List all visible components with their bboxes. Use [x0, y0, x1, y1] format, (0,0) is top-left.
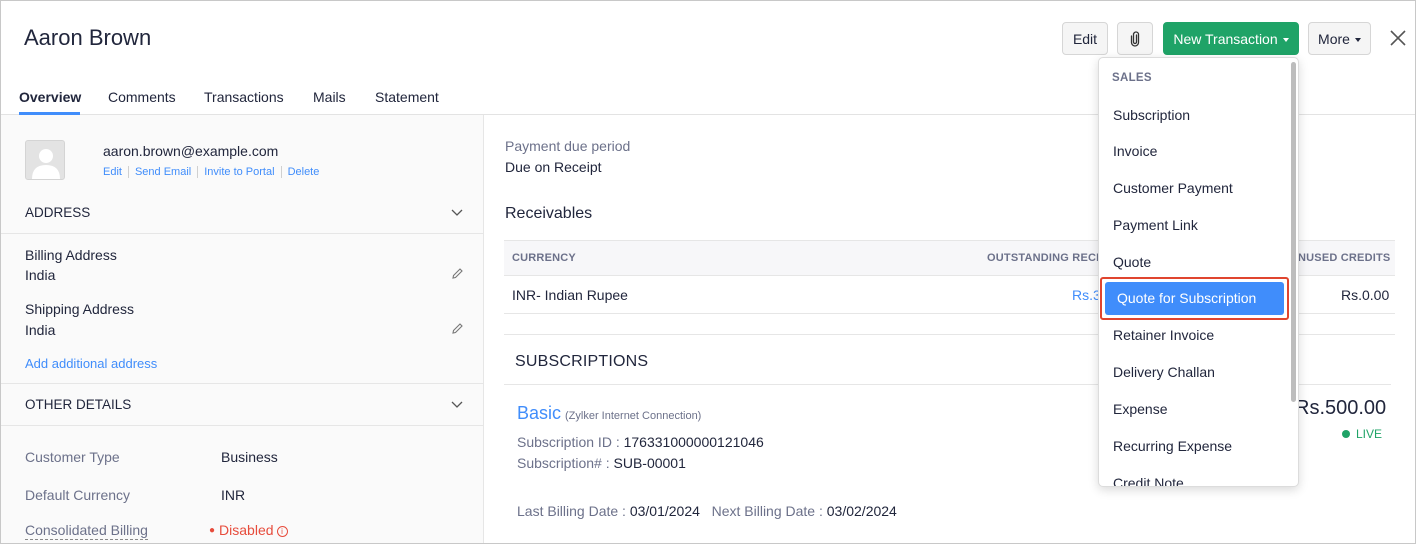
- next-billing-value: 03/02/2024: [826, 503, 897, 519]
- more-label: More: [1318, 30, 1350, 47]
- profile-actions: Edit Send Email Invite to Portal Delete: [103, 166, 331, 178]
- menu-item-credit-note[interactable]: Credit Note: [1113, 475, 1184, 486]
- menu-item-invoice[interactable]: Invoice: [1113, 143, 1157, 159]
- paperclip-icon: [1130, 30, 1140, 47]
- customer-detail-page: Aaron Brown Edit New Transaction More Ov…: [0, 0, 1416, 544]
- pencil-icon[interactable]: [451, 267, 464, 280]
- subscription-id: Subscription ID : 176331000000121046: [517, 434, 764, 450]
- new-transaction-dropdown: SALES Subscription Invoice Customer Paym…: [1098, 57, 1299, 487]
- menu-item-delivery-challan[interactable]: Delivery Challan: [1113, 364, 1215, 380]
- close-icon[interactable]: [1385, 24, 1411, 52]
- subscription-number-label: Subscription# :: [517, 455, 610, 471]
- chevron-down-icon[interactable]: [451, 398, 463, 410]
- menu-item-recurring-expense[interactable]: Recurring Expense: [1113, 438, 1232, 454]
- chevron-down-icon[interactable]: [451, 206, 463, 218]
- tab-statement[interactable]: Statement: [375, 89, 439, 105]
- status-badge: LIVE: [1342, 427, 1382, 441]
- subscription-amount: Rs.500.00: [1295, 397, 1387, 419]
- menu-item-customer-payment[interactable]: Customer Payment: [1113, 180, 1233, 196]
- divider: [1, 233, 484, 234]
- customer-type-label: Customer Type: [25, 449, 120, 465]
- other-details-section-title[interactable]: OTHER DETAILS: [25, 397, 131, 412]
- avatar: [25, 140, 65, 180]
- currency-column-header: CURRENCY: [512, 252, 576, 264]
- edit-button[interactable]: Edit: [1062, 22, 1108, 55]
- currency-cell: INR- Indian Rupee: [512, 287, 628, 303]
- consolidated-billing-value: ● Disabled i: [209, 522, 288, 538]
- divider: [1, 425, 484, 426]
- menu-item-subscription[interactable]: Subscription: [1113, 107, 1190, 123]
- new-transaction-label: New Transaction: [1173, 30, 1278, 47]
- subscriptions-title: SUBSCRIPTIONS: [515, 353, 649, 370]
- customer-email: aaron.brown@example.com: [103, 143, 279, 159]
- menu-item-retainer-invoice[interactable]: Retainer Invoice: [1113, 327, 1214, 343]
- billing-dates: Last Billing Date : 03/01/2024 Next Bill…: [517, 503, 897, 519]
- menu-item-expense[interactable]: Expense: [1113, 401, 1167, 417]
- last-billing-label: Last Billing Date :: [517, 503, 626, 519]
- last-billing-value: 03/01/2024: [629, 503, 700, 519]
- edit-link[interactable]: Edit: [103, 166, 129, 178]
- customer-type-value: Business: [221, 449, 278, 465]
- customer-name-title: Aaron Brown: [24, 25, 152, 50]
- more-button[interactable]: More: [1308, 22, 1371, 55]
- next-billing-label: Next Billing Date :: [711, 503, 823, 519]
- divider: [1, 383, 484, 384]
- unused-credits-cell: Rs.0.00: [1341, 287, 1390, 303]
- consolidated-billing-status: Disabled: [219, 522, 274, 538]
- default-currency-label: Default Currency: [25, 487, 131, 503]
- plan-name-link[interactable]: Basic (Zylker Internet Connection): [517, 403, 701, 424]
- outstanding-cell[interactable]: Rs.3: [1072, 287, 1101, 303]
- default-currency-value: INR: [221, 487, 246, 503]
- menu-item-quote-for-subscription[interactable]: Quote for Subscription: [1105, 282, 1284, 315]
- tab-comments[interactable]: Comments: [108, 89, 176, 105]
- subscription-id-label: Subscription ID :: [517, 434, 620, 450]
- payment-due-label: Payment due period: [505, 138, 631, 154]
- invite-to-portal-link[interactable]: Invite to Portal: [204, 166, 282, 178]
- send-email-link[interactable]: Send Email: [135, 166, 199, 178]
- caret-down-icon: [1282, 37, 1289, 42]
- status-text: LIVE: [1356, 427, 1383, 441]
- status-dot-icon: [1342, 430, 1350, 438]
- dropdown-section-sales: SALES: [1112, 72, 1152, 84]
- tab-mails[interactable]: Mails: [313, 89, 346, 105]
- menu-item-payment-link[interactable]: Payment Link: [1113, 217, 1198, 233]
- tab-transactions[interactable]: Transactions: [204, 89, 284, 105]
- add-additional-address-link[interactable]: Add additional address: [25, 356, 157, 371]
- pencil-icon[interactable]: [451, 322, 464, 335]
- consolidated-billing-label: Consolidated Billing: [25, 522, 148, 540]
- customer-info-panel: aaron.brown@example.com Edit Send Email …: [1, 115, 484, 543]
- highlight-box: Quote for Subscription: [1100, 277, 1289, 320]
- caret-down-icon: [1354, 37, 1361, 42]
- unused-credits-column-header: NUSED CREDITS: [1298, 252, 1391, 264]
- menu-item-quote[interactable]: Quote: [1113, 254, 1151, 270]
- shipping-address-label: Shipping Address: [25, 301, 134, 317]
- subscription-number: Subscription# : SUB-00001: [517, 455, 686, 471]
- dropdown-scrollbar[interactable]: [1291, 62, 1296, 402]
- menu-item-label: Quote for Subscription: [1117, 290, 1257, 306]
- info-icon[interactable]: i: [276, 525, 288, 537]
- tab-overview[interactable]: Overview: [19, 89, 81, 105]
- attach-button[interactable]: [1117, 22, 1153, 55]
- plan-product: (Zylker Internet Connection): [565, 410, 702, 422]
- new-transaction-button[interactable]: New Transaction: [1163, 22, 1299, 55]
- outstanding-column-header: OUTSTANDING RECE: [987, 252, 1104, 264]
- subscription-number-value: SUB-00001: [613, 455, 686, 471]
- subscription-id-value: 176331000000121046: [623, 434, 764, 450]
- payment-due-value: Due on Receipt: [505, 159, 602, 175]
- delete-link[interactable]: Delete: [288, 166, 326, 178]
- billing-address-value: India: [25, 267, 56, 283]
- shipping-address-value: India: [25, 322, 56, 338]
- billing-address-label: Billing Address: [25, 247, 117, 263]
- plan-name[interactable]: Basic: [517, 403, 561, 423]
- receivables-title: Receivables: [505, 205, 593, 222]
- address-section-title[interactable]: ADDRESS: [25, 205, 90, 220]
